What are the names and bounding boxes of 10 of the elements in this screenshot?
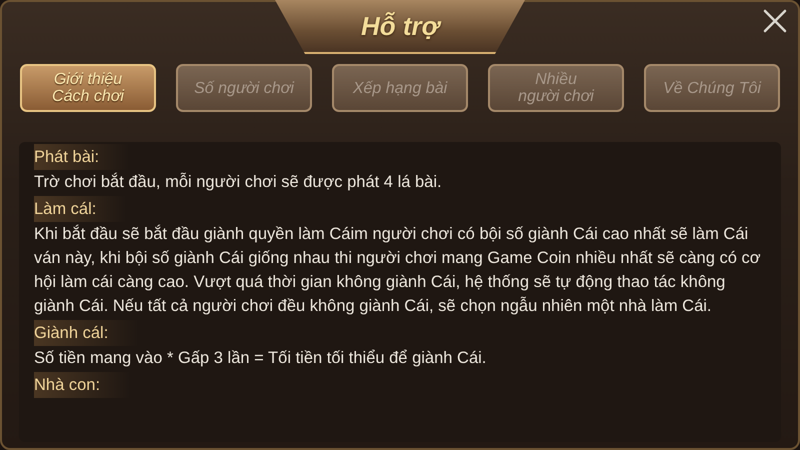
section-text: Trờ chơi bắt đầu, mỗi người chơi sẽ được phát 4 lá bài. <box>34 172 443 193</box>
section-text: Khi bắt đầu sẽ bắt đầu giành quyền làm Cáim người chơi có bội số giành Cái cao nhất sẽ làm Cái ván này, khi bội số giành Cái giống nhau thi người chơi mang Game Coin nhiều nhất sẽ càng có cơ hội làm cái càng cao. Vượt quá thời gian không giành Cái, hệ thống sẽ tự động thao tác không giành Cái. Nếu tất cả người chơi đều không giành Cái, sẽ chọn ngẫu nhiên một nhà làm Cái. <box>34 224 762 317</box>
dialog-title: Hỗ trợ <box>360 10 440 42</box>
tab[interactable]: Nhiều người chơi <box>488 64 624 112</box>
tab[interactable]: Xếp hạng bài <box>332 64 468 112</box>
tab[interactable]: Về Chúng Tôi <box>644 64 780 112</box>
tab[interactable]: Giới thiệu Cách chơi <box>20 64 156 112</box>
section-text: Số tiền mang vào * Gấp 3 lần = Tối tiền tối thiểu để giành Cái. <box>34 348 488 369</box>
close-icon[interactable] <box>762 8 788 34</box>
tab[interactable]: Số người chơi <box>176 64 312 112</box>
